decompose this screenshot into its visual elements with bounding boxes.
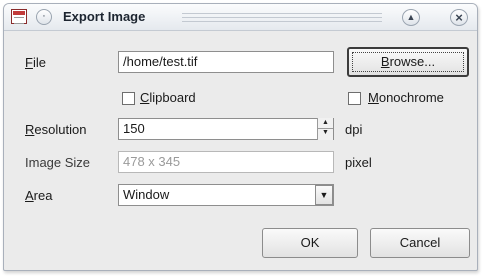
image-size-unit: pixel xyxy=(345,155,372,170)
ok-button[interactable]: OK xyxy=(262,228,358,258)
export-image-dialog: · Export Image ▲ × File /home/test.tif B… xyxy=(3,3,478,271)
resolution-spinbox[interactable]: 150 xyxy=(118,118,334,140)
dialog-title: Export Image xyxy=(63,9,146,24)
cancel-button[interactable]: Cancel xyxy=(370,228,470,258)
area-dropdown-button[interactable]: ▼ xyxy=(315,185,333,205)
resolution-stepper[interactable]: ▲ ▼ xyxy=(317,118,333,140)
area-selected-value: Window xyxy=(123,187,170,202)
image-export-icon xyxy=(11,9,27,24)
image-size-label: Image Size xyxy=(25,155,91,170)
area-label: Area xyxy=(25,188,53,203)
close-button[interactable]: × xyxy=(450,9,468,26)
monochrome-label[interactable]: Monochrome xyxy=(368,90,444,105)
image-size-field: 478 x 345 xyxy=(118,151,334,173)
clipboard-label[interactable]: Clipboard xyxy=(140,90,196,105)
area-select[interactable]: Window xyxy=(118,184,334,206)
clipboard-checkbox[interactable] xyxy=(122,92,135,105)
title-bar[interactable]: · Export Image ▲ × xyxy=(4,4,477,31)
title-grip xyxy=(182,13,382,22)
file-label: File xyxy=(25,55,46,70)
shade-button[interactable]: ▲ xyxy=(402,9,420,26)
chevron-down-icon: ▼ xyxy=(319,190,329,200)
monochrome-checkbox[interactable] xyxy=(348,92,361,105)
spin-down-icon[interactable]: ▼ xyxy=(318,128,333,138)
chevron-up-icon: ▲ xyxy=(406,12,416,22)
close-icon: × xyxy=(455,10,463,25)
resolution-label: Resolution xyxy=(25,122,87,137)
file-path-input[interactable]: /home/test.tif xyxy=(118,51,334,73)
circle-dot-icon: · xyxy=(42,10,46,22)
resolution-value: 150 xyxy=(123,121,145,136)
browse-button[interactable]: Browse... xyxy=(347,47,469,77)
window-menu-button[interactable]: · xyxy=(36,9,52,25)
resolution-unit: dpi xyxy=(345,122,363,137)
